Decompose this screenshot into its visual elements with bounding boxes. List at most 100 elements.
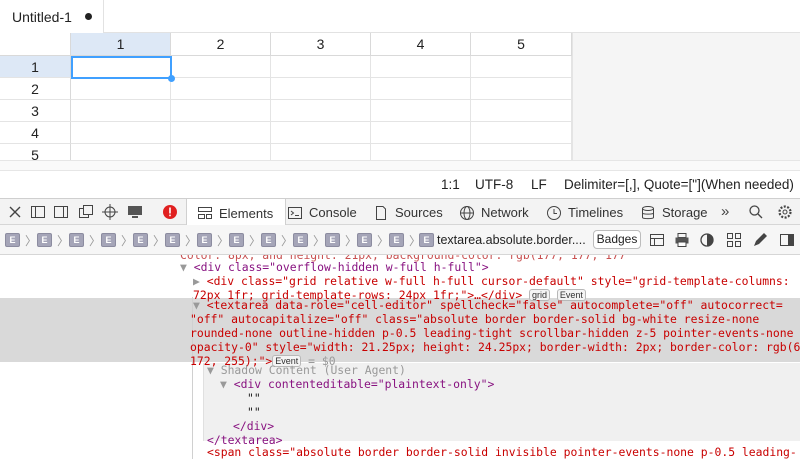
breadcrumb-element-icon[interactable]: E (357, 233, 372, 247)
breadcrumb-element-icon[interactable]: E (101, 233, 116, 247)
code-line[interactable]: Shadow Content (User Agent) (221, 363, 406, 377)
badges-button[interactable]: Badges (593, 230, 641, 249)
grid-cell[interactable] (471, 56, 572, 78)
code-line[interactable]: <div class="overflow-hidden w-full h-ful… (194, 260, 489, 274)
code-line[interactable]: "" (247, 405, 261, 419)
code-line[interactable]: rounded-none outline-hidden p-0.5 leadin… (190, 326, 793, 340)
breadcrumb-element-icon[interactable]: E (133, 233, 148, 247)
breadcrumb-element-icon[interactable]: E (69, 233, 84, 247)
breadcrumb-element-icon[interactable]: E (261, 233, 276, 247)
grid-cell[interactable] (71, 144, 171, 160)
grid-cell[interactable] (371, 100, 471, 122)
layout-icon[interactable] (648, 231, 666, 249)
cursor-position[interactable]: 1:1 (441, 177, 460, 192)
code-line[interactable]: <textarea data-role="cell-editor" spellc… (207, 298, 783, 312)
row-header-5[interactable]: 5 (0, 144, 71, 160)
disclosure-open-icon[interactable]: ▼ (207, 363, 221, 377)
grid-cell[interactable] (71, 100, 171, 122)
disclosure-open-icon[interactable]: ▼ (180, 260, 194, 274)
grid-cell[interactable] (271, 122, 371, 144)
dom-tree[interactable]: Color: 8px; and height: 21px; background… (0, 255, 800, 459)
dock-left-icon[interactable] (29, 203, 47, 221)
device-icon[interactable] (126, 203, 144, 221)
code-line[interactable]: opacity-0" style="width: 21.25px; height… (190, 340, 800, 354)
breadcrumb-element-icon[interactable]: E (229, 233, 244, 247)
error-icon[interactable] (161, 203, 179, 221)
more-tabs-icon[interactable]: » (721, 203, 729, 220)
grid-cell[interactable] (71, 122, 171, 144)
grid-cell[interactable] (171, 100, 271, 122)
search-icon[interactable] (747, 203, 765, 221)
code-line[interactable]: <div contenteditable="plaintext-only"> (234, 377, 495, 391)
grid-cell[interactable] (171, 122, 271, 144)
column-header-4[interactable]: 4 (371, 33, 471, 56)
code-line[interactable]: "off" autocapitalize="off" class="absolu… (190, 312, 759, 326)
tab-storage[interactable]: Storage (640, 199, 708, 226)
disclosure-open-icon[interactable]: ▼ (220, 377, 234, 391)
grid-cell[interactable] (371, 78, 471, 100)
print-icon[interactable] (673, 231, 691, 249)
disclosure-open-icon[interactable]: ▼ (193, 298, 207, 312)
appearance-icon[interactable] (698, 231, 716, 249)
code-line[interactable]: <div class="grid relative w-full h-full … (207, 274, 790, 288)
line-ending[interactable]: LF (531, 177, 547, 192)
breadcrumb-element-icon[interactable]: E (37, 233, 52, 247)
grid-cell[interactable] (371, 122, 471, 144)
encoding[interactable]: UTF-8 (475, 177, 513, 192)
tab-console[interactable]: Console (287, 199, 357, 226)
grid-cell[interactable] (71, 56, 171, 78)
sidebar-toggle-icon[interactable] (778, 231, 796, 249)
tab-network[interactable]: Network (459, 199, 529, 226)
grid-cell[interactable] (171, 144, 271, 160)
grid-cell[interactable] (471, 100, 572, 122)
grid-cell[interactable] (271, 56, 371, 78)
grid-cell[interactable] (271, 100, 371, 122)
tab-timelines[interactable]: Timelines (546, 199, 623, 226)
breadcrumb-element-icon[interactable]: E (389, 233, 404, 247)
column-header-3[interactable]: 3 (271, 33, 371, 56)
crosshair-icon[interactable] (101, 203, 119, 221)
corner-header[interactable] (0, 33, 71, 56)
row-header-3[interactable]: 3 (0, 100, 71, 122)
grid-cell[interactable] (371, 144, 471, 160)
grid-cell[interactable] (171, 78, 271, 100)
grid-cell[interactable] (71, 78, 171, 100)
grid-cell[interactable] (371, 56, 471, 78)
fill-handle[interactable] (168, 75, 175, 82)
grid-cell[interactable] (471, 144, 572, 160)
breadcrumb-current[interactable]: textarea.absolute.border.... (437, 233, 586, 247)
breadcrumb-element-icon[interactable]: E (165, 233, 180, 247)
disclosure-closed-icon[interactable]: ▶ (193, 274, 207, 288)
dock-right-icon[interactable] (52, 203, 70, 221)
grid-cell[interactable] (271, 144, 371, 160)
breadcrumb-element-icon[interactable]: E (197, 233, 212, 247)
breadcrumb-element-icon[interactable]: E (5, 233, 20, 247)
undock-icon[interactable] (77, 203, 95, 221)
breadcrumb-element-icon[interactable]: E (293, 233, 308, 247)
tab-sources[interactable]: Sources (373, 199, 443, 226)
code-line[interactable]: </div> (233, 419, 274, 433)
vertical-scrollbar[interactable] (788, 33, 800, 160)
breadcrumb-element-icon[interactable]: E (325, 233, 340, 247)
column-header-1[interactable]: 1 (71, 33, 171, 56)
close-icon[interactable] (6, 203, 24, 221)
column-header-2[interactable]: 2 (171, 33, 271, 56)
grid-cell[interactable] (171, 56, 271, 78)
document-tab[interactable]: Untitled-1 (0, 0, 104, 34)
delimiter-setting[interactable]: Delimiter=[,], Quote=["](When needed) (564, 177, 794, 192)
spreadsheet-grid[interactable]: 1 2 3 4 5 1 2 3 4 5 (0, 33, 572, 160)
row-header-2[interactable]: 2 (0, 78, 71, 100)
grid-overlay-icon[interactable] (725, 231, 743, 249)
row-header-4[interactable]: 4 (0, 122, 71, 144)
column-header-5[interactable]: 5 (471, 33, 572, 56)
row-header-1[interactable]: 1 (0, 56, 71, 78)
horizontal-scrollbar[interactable] (0, 160, 800, 170)
gear-icon[interactable] (776, 203, 794, 221)
tab-elements[interactable]: Elements (186, 199, 287, 227)
grid-cell[interactable] (271, 78, 371, 100)
code-line[interactable]: "" (247, 391, 261, 405)
pencil-icon[interactable] (751, 231, 769, 249)
grid-cell[interactable] (471, 122, 572, 144)
grid-cell[interactable] (471, 78, 572, 100)
code-line[interactable]: <span class="absolute border border-soli… (207, 445, 797, 459)
